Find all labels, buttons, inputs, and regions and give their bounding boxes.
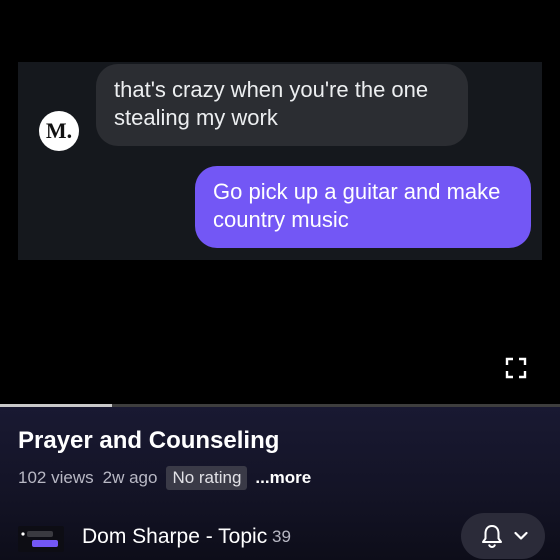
outgoing-message-bubble: Go pick up a guitar and make country mus… xyxy=(195,166,531,248)
notification-bell-button[interactable] xyxy=(461,513,545,559)
rating-chip: No rating xyxy=(166,466,248,490)
screen: M. that's crazy when you're the one stea… xyxy=(0,0,560,560)
view-count: 102 views xyxy=(18,468,94,487)
upload-age: 2w ago xyxy=(102,468,158,487)
sender-avatar: M. xyxy=(39,111,79,151)
video-metadata[interactable]: 102 views 2w ago No rating ...more xyxy=(18,465,311,491)
more-link[interactable]: ...more xyxy=(255,468,311,488)
video-player[interactable]: M. that's crazy when you're the one stea… xyxy=(0,0,560,405)
video-info-panel: Prayer and Counseling 102 views 2w ago N… xyxy=(0,407,560,560)
incoming-message-bubble: that's crazy when you're the one stealin… xyxy=(96,64,468,146)
channel-name[interactable]: Dom Sharpe - Topic xyxy=(82,525,267,549)
fullscreen-icon[interactable] xyxy=(505,357,527,379)
video-frame: M. that's crazy when you're the one stea… xyxy=(18,62,542,260)
video-title: Prayer and Counseling xyxy=(18,427,280,454)
channel-thumbnail[interactable] xyxy=(18,526,64,552)
subscriber-count: 39 xyxy=(272,527,291,546)
channel-row: Dom Sharpe - Topic 39 xyxy=(18,513,548,559)
